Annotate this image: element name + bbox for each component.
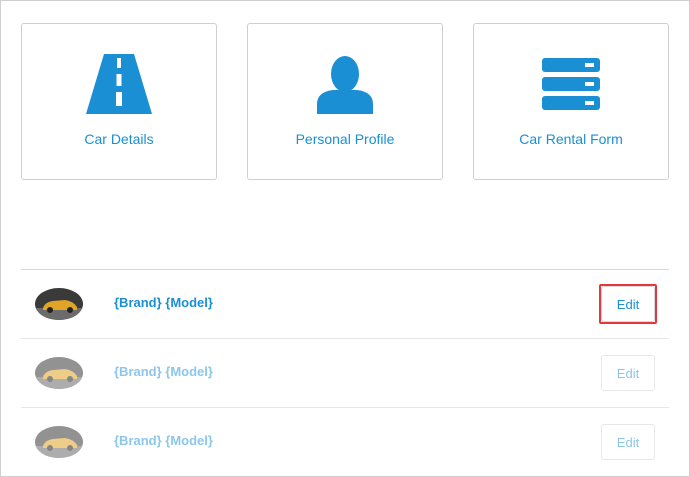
form-list-icon (474, 54, 668, 114)
app-window: Car Details Personal Profile Car Rental … (0, 0, 690, 477)
vehicle-title[interactable]: {Brand} {Model} (114, 433, 213, 448)
edit-button[interactable]: Edit (601, 355, 655, 391)
list-item: {Brand} {Model} Edit (21, 408, 669, 476)
car-thumbnail (35, 357, 83, 389)
card-label: Car Rental Form (519, 131, 623, 147)
edit-button[interactable]: Edit (599, 284, 657, 324)
car-thumbnail (35, 426, 83, 458)
edit-button[interactable]: Edit (601, 424, 655, 460)
card-label: Personal Profile (295, 131, 395, 147)
list-item: {Brand} {Model} Edit (21, 339, 669, 408)
list-item: {Brand} {Model} Edit (21, 270, 669, 339)
car-thumbnail (35, 288, 83, 320)
vehicle-list: {Brand} {Model} Edit {Brand} {Model} Edi… (21, 269, 669, 476)
card-personal-profile[interactable]: Personal Profile (247, 23, 443, 180)
person-icon (248, 54, 442, 114)
vehicle-title[interactable]: {Brand} {Model} (114, 295, 213, 310)
card-car-details[interactable]: Car Details (21, 23, 217, 180)
vehicle-title[interactable]: {Brand} {Model} (114, 364, 213, 379)
card-car-rental-form[interactable]: Car Rental Form (473, 23, 669, 180)
road-icon (22, 54, 216, 114)
card-label: Car Details (84, 131, 154, 147)
